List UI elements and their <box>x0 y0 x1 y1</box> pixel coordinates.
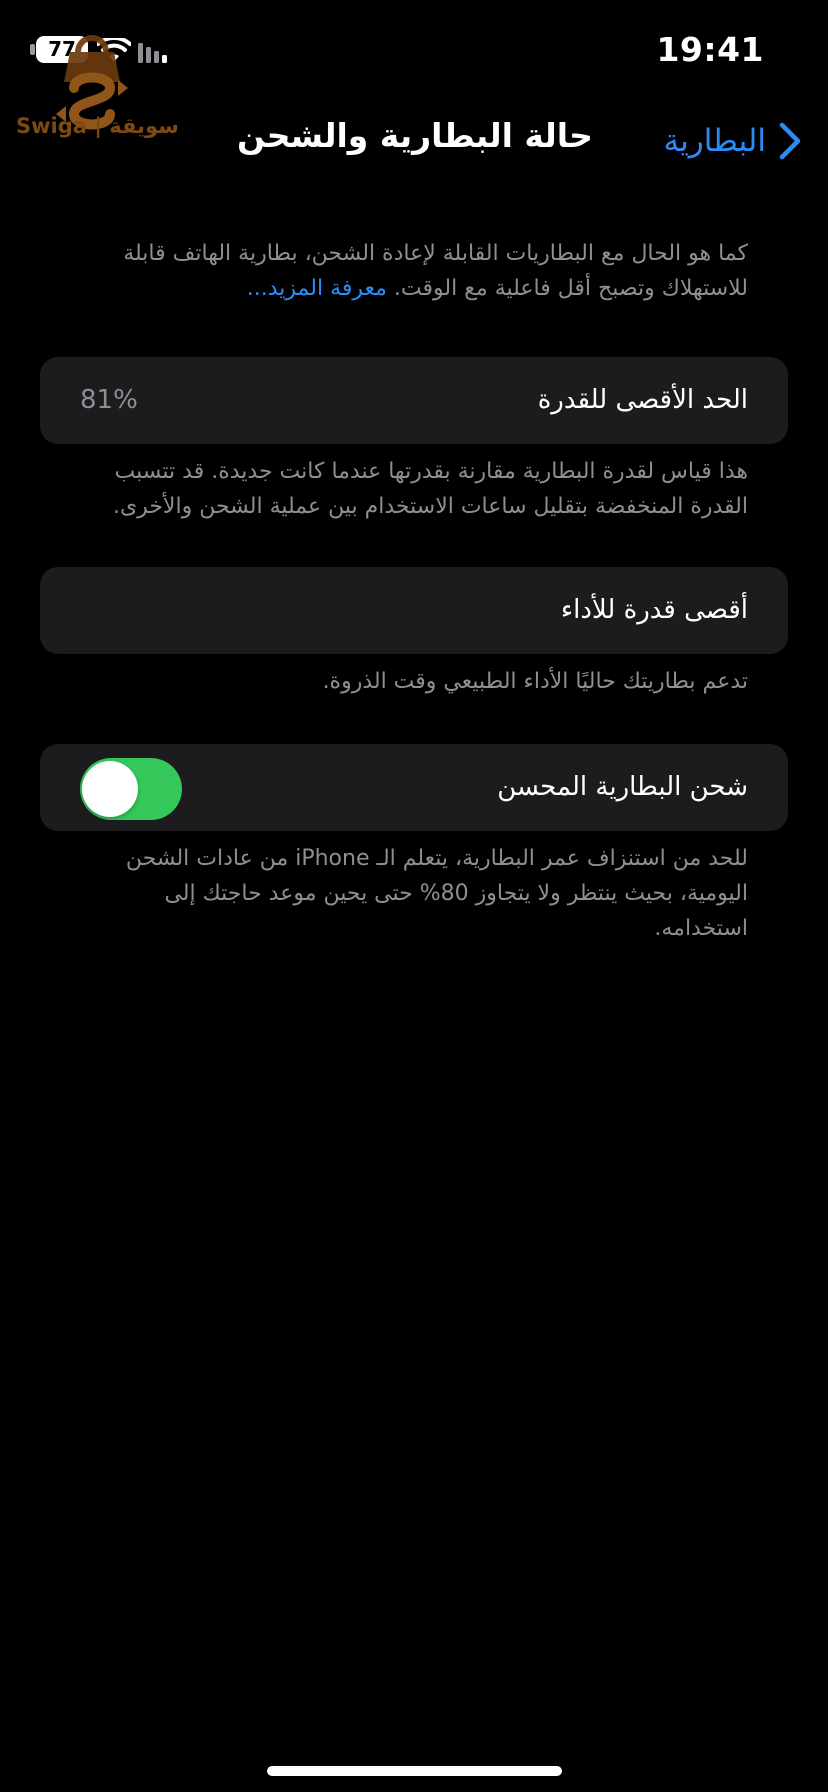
page-title: حالة البطارية والشحن <box>237 116 593 155</box>
max-capacity-footer: هذا قياس لقدرة البطارية مقارنة بقدرتها ع… <box>112 459 748 519</box>
watermark-text: Swiga | سويقة <box>16 114 179 138</box>
optimized-charging-footer: للحد من استنزاف عمر البطارية، يتعلم الـ … <box>125 846 748 941</box>
max-capacity-cell: الحد الأقصى للقدرة 81% <box>40 357 788 444</box>
intro-text: كما هو الحال مع البطاريات القابلة لإعادة… <box>88 236 748 306</box>
intro-description: كما هو الحال مع البطاريات القابلة لإعادة… <box>123 241 748 301</box>
peak-performance-cell: أقصى قدرة للأداء <box>40 567 788 654</box>
home-indicator[interactable] <box>267 1766 562 1776</box>
optimized-charging-label: شحن البطارية المحسن <box>497 772 748 802</box>
max-capacity-value: 81% <box>80 385 138 415</box>
chevron-right-icon <box>779 122 801 160</box>
peak-performance-label: أقصى قدرة للأداء <box>560 595 748 625</box>
optimized-charging-cell: شحن البطارية المحسن <box>40 744 788 831</box>
back-button[interactable]: البطارية <box>663 116 802 166</box>
peak-performance-footer: تدعم بطاريتك حاليًا الأداء الطبيعي وقت ا… <box>322 669 748 694</box>
optimized-charging-toggle[interactable] <box>80 758 182 820</box>
status-time: 19:41 <box>656 30 764 69</box>
toggle-knob <box>82 761 138 817</box>
max-capacity-label: الحد الأقصى للقدرة <box>537 385 748 415</box>
back-button-label: البطارية <box>663 123 766 159</box>
learn-more-link[interactable]: معرفة المزيد... <box>247 276 387 301</box>
